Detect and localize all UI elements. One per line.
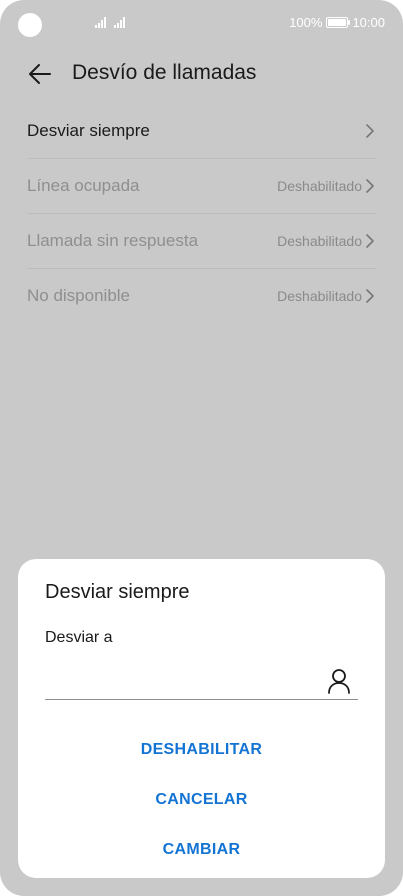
list-item-unavailable[interactable]: No disponible Deshabilitado <box>27 269 376 323</box>
arrow-left-icon[interactable] <box>26 60 54 88</box>
chevron-right-icon <box>366 124 374 138</box>
row-right: Deshabilitado <box>277 288 376 304</box>
clock: 10:00 <box>352 15 385 30</box>
list-item-status: Deshabilitado <box>277 233 362 249</box>
list-item-label: Desviar siempre <box>27 121 150 140</box>
camera-cutout <box>18 13 42 37</box>
dialog-actions: DESHABILITAR CANCELAR CAMBIAR <box>18 725 385 875</box>
chevron-right-icon <box>366 234 374 248</box>
chevron-right-icon <box>366 179 374 193</box>
status-bar: 100% 10:00 <box>0 0 403 48</box>
row-right: Deshabilitado <box>277 233 376 249</box>
signal-icon <box>114 16 125 28</box>
dialog-title: Desviar siempre <box>45 581 190 603</box>
list-item-always-forward[interactable]: Desviar siempre <box>27 104 376 159</box>
phone-screen: 100% 10:00 Desvío de llamadas Desviar si… <box>0 0 403 896</box>
cancel-button[interactable]: CANCELAR <box>18 775 385 825</box>
app-header: Desvío de llamadas <box>0 52 403 96</box>
battery-icon <box>326 17 351 28</box>
list-item-label: Línea ocupada <box>27 176 140 195</box>
row-right <box>364 123 376 139</box>
forward-number-field <box>45 663 358 700</box>
list-item-busy[interactable]: Línea ocupada Deshabilitado <box>27 159 376 214</box>
page-title: Desvío de llamadas <box>72 61 257 84</box>
list-item-status: Deshabilitado <box>277 178 362 194</box>
battery-percent: 100% <box>289 15 323 30</box>
row-right: Deshabilitado <box>277 178 376 194</box>
person-icon[interactable] <box>326 667 352 695</box>
forward-to-label: Desviar a <box>45 629 113 646</box>
list-item-status: Deshabilitado <box>277 288 362 304</box>
change-button[interactable]: CAMBIAR <box>18 825 385 875</box>
status-right: 100% 10:00 <box>289 15 385 30</box>
list-item-label: Llamada sin respuesta <box>27 231 199 250</box>
forward-options-list: Desviar siempre Línea ocupada Deshabilit… <box>27 104 376 323</box>
signal-icon <box>95 16 106 28</box>
list-item-no-answer[interactable]: Llamada sin respuesta Deshabilitado <box>27 214 376 269</box>
chevron-right-icon <box>366 289 374 303</box>
forward-dialog: Desviar siempre Desviar a DESHABILITAR C… <box>18 559 385 878</box>
disable-button[interactable]: DESHABILITAR <box>18 725 385 775</box>
forward-number-input[interactable] <box>45 663 305 697</box>
signal-indicators <box>95 16 125 28</box>
list-item-label: No disponible <box>27 286 131 305</box>
